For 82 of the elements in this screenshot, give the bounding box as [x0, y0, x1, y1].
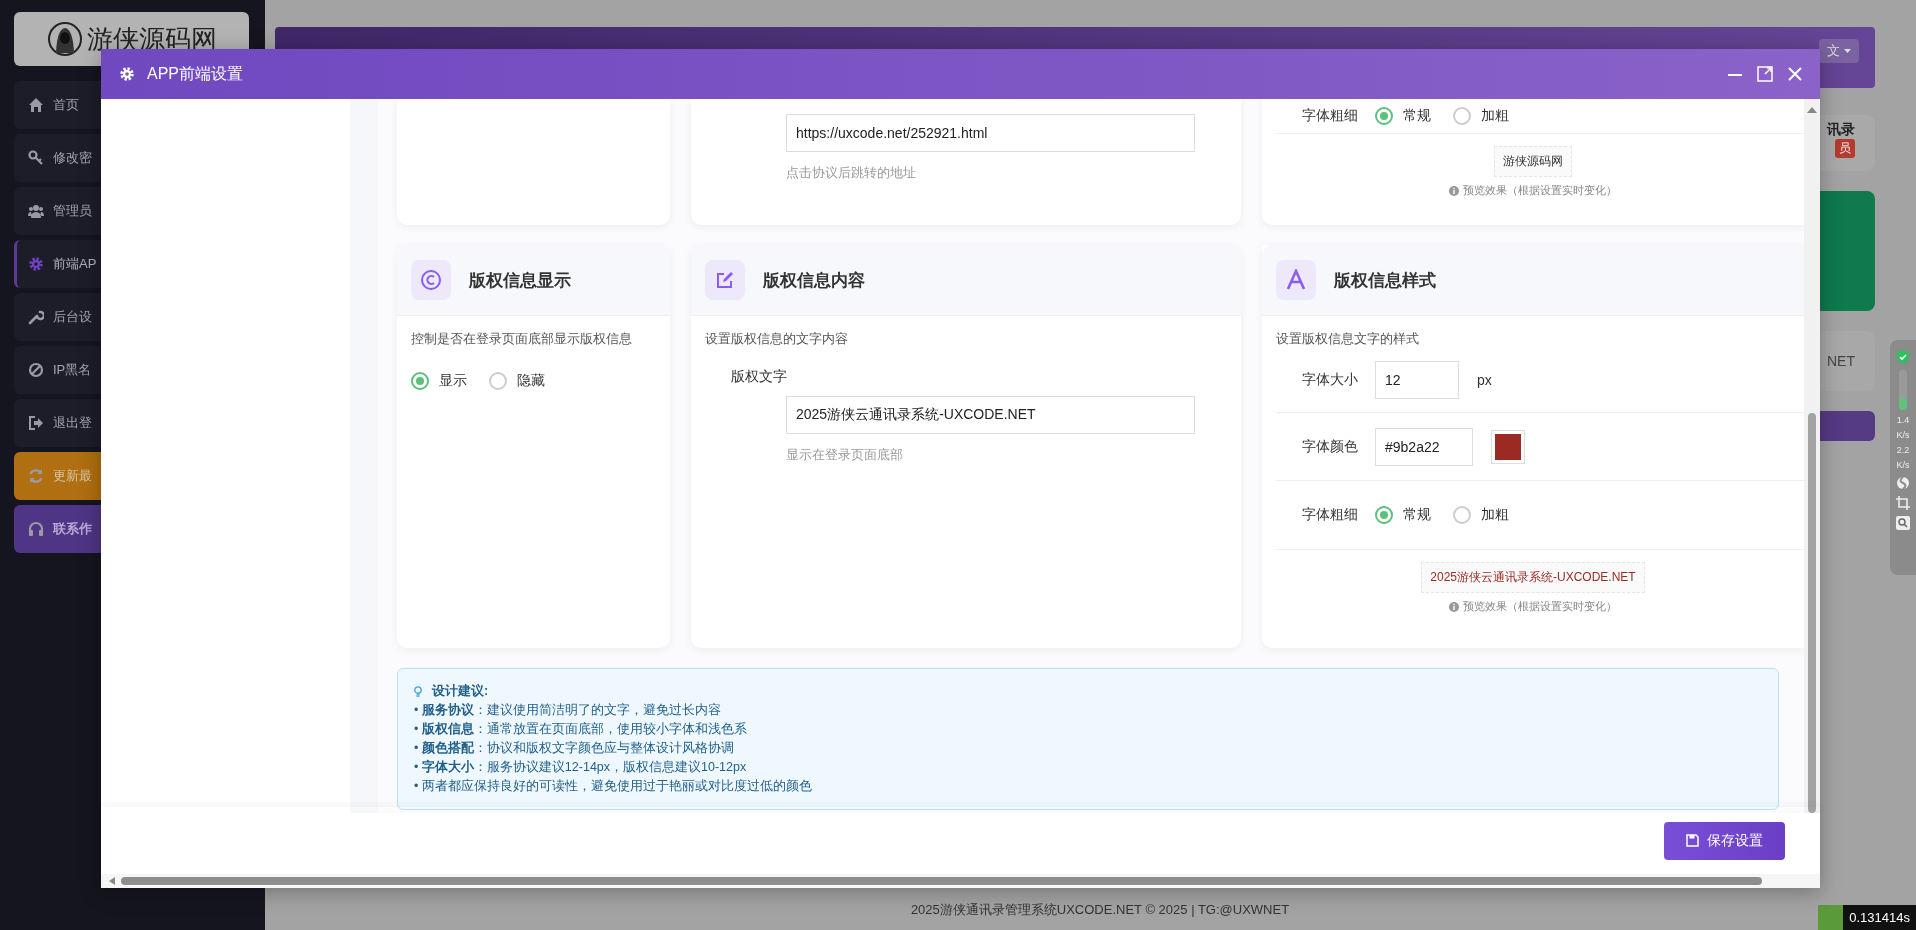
field-label: 版权文字	[731, 368, 788, 386]
radio-option[interactable]: 常规	[1375, 506, 1431, 524]
radio-button[interactable]	[411, 372, 429, 390]
card-title: 版权信息显示	[469, 269, 571, 292]
radio-button[interactable]	[1375, 506, 1393, 524]
card-description: 设置版权信息的文字内容	[705, 330, 849, 348]
scroll-left-icon[interactable]	[109, 877, 115, 885]
url-input[interactable]: https://uxcode.net/252921.html	[786, 114, 1195, 152]
refresh-icon	[28, 468, 44, 484]
radio-option[interactable]: 加粗	[1453, 506, 1509, 524]
tip-text: • 版权信息：通常放置在页面底部，使用较小字体和浅色系	[414, 721, 748, 738]
color-input[interactable]: #9b2a22	[1375, 427, 1473, 466]
card-description: 设置版权信息文字的样式	[1276, 330, 1420, 348]
lightbulb-icon	[414, 685, 422, 698]
font-size-input[interactable]: 12	[1375, 361, 1459, 399]
headphones-icon	[28, 521, 44, 537]
info-icon	[1449, 185, 1459, 196]
gear-icon	[119, 66, 135, 82]
copyright-input[interactable]: 2025游侠云通讯录系统-UXCODE.NET	[786, 396, 1195, 434]
copyright-icon	[411, 260, 451, 300]
color-picker[interactable]	[1491, 429, 1525, 464]
field-label: 字体颜色	[1302, 437, 1359, 456]
tips-title: 设计建议:	[432, 683, 489, 700]
card-title: 版权信息样式	[1334, 269, 1436, 292]
edit-icon	[705, 260, 745, 300]
save-icon	[1686, 834, 1699, 847]
ban-icon	[28, 362, 44, 378]
load-time: 0.131414s	[1843, 905, 1916, 930]
page-footer: 2025游侠通讯录管理系统UXCODE.NET © 2025 | TG:@UXWNET	[910, 890, 1290, 930]
upload-speed: 1.4	[1896, 416, 1910, 425]
info-icon	[1449, 601, 1459, 612]
radio-option[interactable]: 显示	[411, 372, 467, 390]
radio-option[interactable]: 加粗	[1453, 107, 1509, 125]
tip-text: • 颜色搭配：协议和版权文字颜色应与整体设计风格协调	[414, 740, 735, 757]
vertical-scrollbar[interactable]	[1804, 99, 1820, 813]
preview-note: 预览效果（根据设置实时变化）	[1463, 183, 1617, 198]
memory-gauge-icon	[1899, 370, 1907, 410]
tip-text: • 字体大小：服务协议建议12-14px，版权信息建议10-12px	[414, 759, 748, 776]
users-icon	[28, 203, 44, 219]
field-hint: 点击协议后跳转的地址	[786, 164, 917, 182]
wrench-icon	[28, 309, 44, 325]
dialog-title: APP前端设置	[147, 63, 244, 84]
card-description: 控制是否在登录页面底部显示版权信息	[411, 330, 633, 348]
field-hint: 显示在登录页面底部	[786, 446, 904, 464]
card-title: 讯录	[1827, 121, 1855, 139]
role-badge: 员	[1835, 139, 1855, 158]
radio-option[interactable]: 隐藏	[489, 372, 545, 390]
field-label: 字体粗细	[1302, 107, 1359, 125]
field-label: 字体大小	[1302, 371, 1359, 389]
radio-button[interactable]	[489, 372, 507, 390]
radio-button[interactable]	[1453, 107, 1471, 125]
radio-button[interactable]	[1375, 107, 1393, 125]
shield-icon[interactable]	[1896, 350, 1910, 364]
radio-option[interactable]: 常规	[1375, 107, 1431, 125]
horizontal-scrollbar[interactable]	[101, 874, 1820, 888]
preview-note: 预览效果（根据设置实时变化）	[1463, 599, 1617, 614]
field-label: 字体粗细	[1302, 506, 1359, 524]
scroll-up-icon[interactable]	[1807, 107, 1817, 113]
preview-text: 2025游侠云通讯录系统-UXCODE.NET	[1421, 562, 1645, 593]
card-title: 版权信息内容	[763, 269, 865, 292]
close-icon[interactable]	[1786, 65, 1804, 83]
sign-out-icon	[28, 415, 44, 431]
crop-icon[interactable]	[1896, 496, 1910, 510]
preview-text: 游侠源码网	[1494, 146, 1572, 177]
swirl-icon[interactable]	[1896, 476, 1910, 490]
download-speed: 2.2	[1896, 446, 1910, 455]
speed-unit: K/s	[1896, 431, 1910, 440]
language-dropdown[interactable]: 文	[1819, 39, 1859, 63]
tip-text: • 服务协议：建议使用简洁明了的文字，避免过长内容	[414, 702, 722, 719]
letter-icon	[1276, 260, 1316, 300]
save-button[interactable]: 保存设置	[1664, 821, 1785, 860]
unit-label: px	[1477, 372, 1492, 388]
key-icon	[28, 150, 44, 166]
home-icon	[28, 97, 44, 113]
tip-text: • 两者都应保持良好的可读性，避免使用过于艳丽或对比度过低的颜色	[414, 778, 813, 795]
app-logo-icon	[1818, 905, 1844, 930]
search-icon[interactable]	[1896, 516, 1910, 530]
gear-icon	[28, 256, 44, 272]
radio-button[interactable]	[1453, 506, 1471, 524]
maximize-icon[interactable]	[1756, 65, 1774, 83]
speed-unit: K/s	[1896, 461, 1910, 470]
caret-icon	[1844, 49, 1851, 53]
